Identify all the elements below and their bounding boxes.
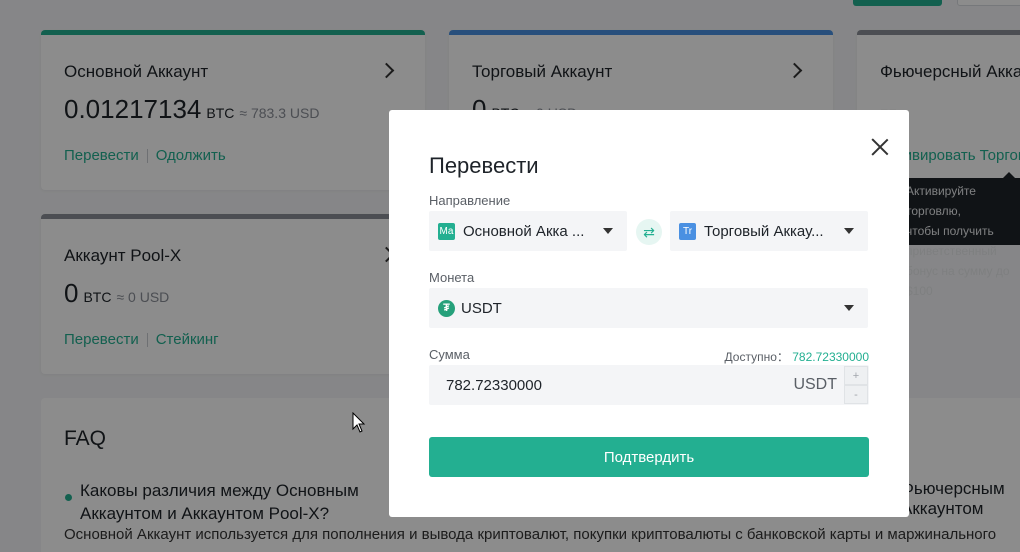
- main-account-icon: Ma: [438, 222, 455, 240]
- usdt-icon: ₮: [438, 299, 455, 317]
- swap-arrows-icon[interactable]: ⇄: [636, 219, 662, 245]
- amount-label: Сумма: [429, 347, 470, 362]
- decrement-button[interactable]: -: [844, 385, 868, 404]
- modal-title: Перевести: [429, 153, 539, 178]
- amount-stepper: + -: [844, 366, 868, 404]
- caret-down-icon: [844, 305, 854, 311]
- amount-input[interactable]: [429, 365, 789, 405]
- transfer-modal: Перевести Направление Ma Основной Акка .…: [389, 110, 909, 517]
- increment-button[interactable]: +: [844, 366, 868, 385]
- coin-select[interactable]: ₮ USDT: [429, 288, 868, 328]
- caret-down-icon: [603, 228, 613, 234]
- from-account-select[interactable]: Ma Основной Акка ...: [429, 211, 627, 251]
- available-label: Доступно：: [724, 350, 789, 364]
- available-value[interactable]: 782.72330000: [792, 350, 869, 364]
- coin-label: Монета: [429, 270, 475, 285]
- confirm-button[interactable]: Подтвердить: [429, 437, 869, 477]
- caret-down-icon: [844, 228, 854, 234]
- amount-field: USDT + -: [429, 365, 869, 405]
- from-account-value: Основной Акка ...: [463, 222, 585, 240]
- coin-value: USDT: [461, 299, 502, 317]
- available-balance: Доступно： 782.72330000: [725, 348, 869, 365]
- to-account-value: Торговый Аккау...: [704, 222, 824, 240]
- direction-label: Направление: [429, 193, 511, 208]
- to-account-select[interactable]: Tr Торговый Аккау...: [670, 211, 868, 251]
- amount-unit: USDT: [793, 376, 837, 393]
- trading-account-icon: Tr: [679, 222, 696, 240]
- mouse-cursor-icon: [352, 412, 366, 433]
- close-icon[interactable]: [868, 135, 892, 159]
